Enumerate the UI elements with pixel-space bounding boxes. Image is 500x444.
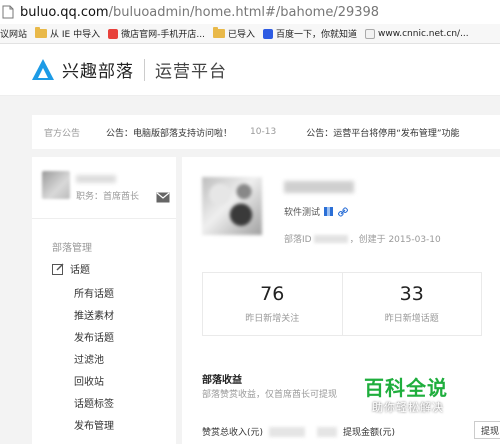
stat-new-topics: 33 昨日新增话题	[341, 273, 482, 335]
cnnic-icon	[364, 28, 375, 39]
user-role: 职务：首席酋长	[76, 192, 140, 202]
total-income-label: 赞赏总收入(元)	[202, 428, 264, 438]
stat-label: 昨日新增关注	[245, 314, 300, 324]
revenue-row: 赞赏总收入(元) 提现金额(元)	[202, 425, 395, 438]
notice-link[interactable]: 公告：运营平台将停用“发布管理”功能	[306, 126, 459, 139]
sidebar-subitem-all-topics[interactable]: 所有话题	[74, 285, 114, 300]
stat-value: 33	[399, 283, 424, 305]
edit-icon	[52, 263, 64, 275]
sidebar-item-topics[interactable]: 话题	[52, 261, 90, 276]
notice-label: 官方公告	[44, 128, 81, 139]
bookmark-item[interactable]: 百度一下，你就知道	[262, 27, 357, 40]
page-icon	[2, 5, 16, 19]
revenue-description: 部落赞赏收益，仅首席酋长可提现	[202, 390, 338, 400]
link-icon[interactable]	[338, 206, 348, 217]
sidebar-subitem-filter-pool[interactable]: 过滤池	[74, 351, 104, 366]
user-profile: 职务：首席酋长	[32, 157, 176, 219]
mail-icon[interactable]	[156, 188, 170, 203]
sidebar-group-label: 部落管理	[52, 243, 92, 254]
sidebar-subitem-topic-tags[interactable]: 话题标签	[74, 395, 114, 410]
blurred-value	[317, 426, 338, 437]
url-host: buluo.qq.com	[20, 4, 109, 20]
app-header: 兴趣部落 运营平台	[0, 44, 500, 96]
sidebar-subitem-publish-topic[interactable]: 发布话题	[74, 329, 114, 344]
folder-icon	[212, 27, 225, 38]
brand-name[interactable]: 兴趣部落	[62, 57, 134, 82]
sidebar-item-label: 话题	[70, 265, 90, 276]
withdraw-amount-label: 提现金额(元)	[343, 428, 396, 438]
bookmark-item[interactable]: 从 IE 中导入	[35, 27, 100, 40]
bookmarks-bar: 议网站 从 IE 中导入 微店官网-手机开店... 已导入 百度一下，你就知道 …	[0, 24, 500, 44]
platform-name: 运营平台	[155, 62, 227, 82]
weidian-icon	[108, 28, 119, 39]
tribe-logo-icon[interactable]	[30, 57, 56, 83]
sidebar-subitem-publish-management[interactable]: 发布管理	[74, 417, 114, 432]
baidu-icon	[262, 28, 273, 39]
notice-date: 10-13	[250, 127, 277, 137]
revenue-title: 部落收益	[202, 375, 242, 386]
stats-panel: 76 昨日新增关注 33 昨日新增话题	[202, 272, 482, 336]
url-path: /buluoadmin/home.html#/bahome/29398	[108, 4, 380, 20]
stat-label: 昨日新增话题	[384, 314, 439, 324]
watermark-title: 百科全说	[364, 376, 448, 400]
sidebar: 职务：首席酋长 部落管理 话题 所有话题 推送素材 发布话题 过滤池 回收站 话…	[32, 157, 176, 444]
folder-icon	[35, 27, 48, 38]
total-income-blurred	[269, 426, 306, 437]
header-divider	[144, 58, 145, 81]
sidebar-subitem-recycle-bin[interactable]: 回收站	[74, 373, 104, 388]
content-area: 官方公告 公告：电脑版部落支持访问啦！ 10-13 公告：运营平台将停用“发布管…	[0, 96, 500, 444]
tribe-name-blurred	[284, 181, 354, 193]
tribe-id-blurred	[313, 234, 348, 243]
watermark: 百科全说 助你轻松解决	[350, 368, 470, 418]
watermark-subtitle: 助你轻松解决	[372, 401, 444, 414]
address-bar[interactable]: buluo.qq.com /buluoadmin/home.html#/baho…	[0, 0, 500, 24]
notice-bar: 官方公告 公告：电脑版部落支持访问啦！ 10-13 公告：运营平台将停用“发布管…	[32, 115, 500, 149]
stat-new-follows: 76 昨日新增关注	[203, 273, 342, 335]
bookmark-item[interactable]: 微店官网-手机开店...	[108, 27, 205, 40]
notice-link[interactable]: 公告：电脑版部落支持访问啦！	[106, 126, 232, 139]
bookmark-item[interactable]: www.cnnic.net.cn/...	[364, 28, 469, 39]
bookmark-item[interactable]: 已导入	[212, 27, 255, 40]
withdraw-button[interactable]: 提现	[474, 421, 500, 439]
tribe-meta: 部落ID ，创建于 2015-03-10	[284, 234, 441, 245]
sidebar-subitem-push-material[interactable]: 推送素材	[74, 307, 114, 322]
avatar[interactable]	[42, 171, 70, 199]
tribe-category: 软件测试	[284, 205, 348, 218]
qrcode-icon[interactable]	[324, 207, 334, 216]
stat-value: 76	[260, 283, 285, 305]
tribe-avatar[interactable]	[202, 177, 262, 235]
bookmark-item[interactable]: 议网站	[0, 27, 27, 40]
user-name-blurred	[76, 175, 116, 183]
